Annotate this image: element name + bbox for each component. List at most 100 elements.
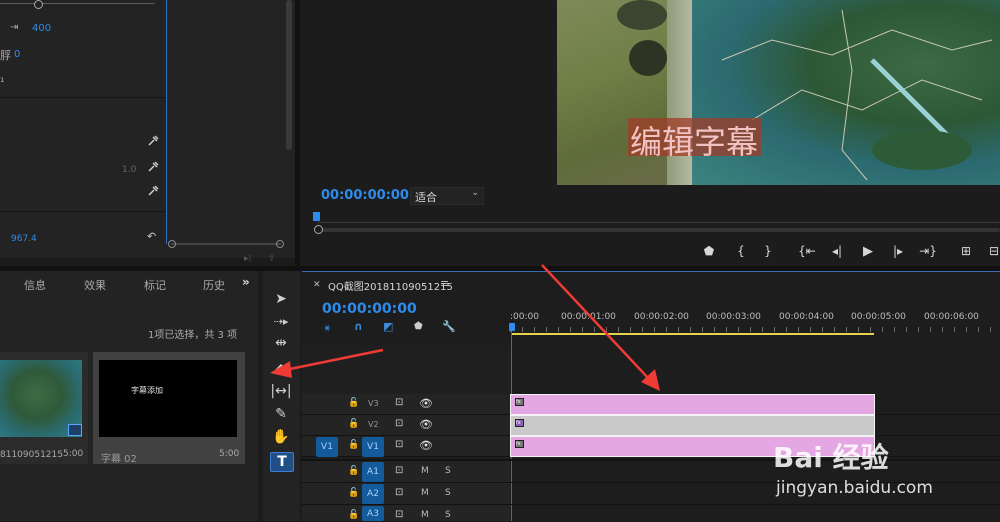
v1-lock-icon[interactable]: 🔓	[348, 440, 359, 450]
go-to-out-icon[interactable]: ⇥}	[917, 242, 939, 260]
fit-dropdown[interactable]: 适合 ⌄	[410, 187, 484, 205]
add-marker-icon[interactable]: ⬟	[698, 242, 720, 260]
slip-tool-icon[interactable]: |↔|	[270, 382, 292, 400]
a3-solo[interactable]: S	[445, 510, 451, 520]
more-tabs-icon[interactable]: »	[242, 275, 250, 289]
fx-badge-icon: fx	[515, 398, 524, 406]
linked-selection-icon[interactable]: ◩	[383, 320, 393, 333]
play-icon[interactable]: ▶	[857, 242, 879, 260]
zoom-bar[interactable]	[322, 228, 1000, 232]
bottom-value[interactable]: 967.4	[11, 234, 37, 244]
project-item-2[interactable]: 字幕添加 字幕 02 5:00	[93, 352, 245, 465]
export-icon[interactable]: ⇪	[268, 254, 276, 264]
extract-icon[interactable]: ⊟	[983, 242, 1000, 260]
watermark-logo-text: Bai 经验	[773, 441, 889, 474]
effect-scrollbar[interactable]	[171, 243, 281, 245]
top-slider-track[interactable]	[0, 3, 155, 4]
selection-tool-icon[interactable]: ➤	[270, 290, 292, 308]
caption-text[interactable]: 编辑字幕	[630, 117, 758, 163]
scrubber-line[interactable]	[317, 222, 1000, 223]
a3-lock-icon[interactable]: 🔓	[348, 510, 359, 520]
top-slider-handle[interactable]	[34, 0, 43, 9]
play-filter-icon[interactable]: ▸⁞	[244, 254, 251, 264]
v2-eye-icon[interactable]: 👁	[419, 418, 433, 431]
a1-mute[interactable]: M	[421, 466, 429, 476]
a1-sync-icon[interactable]: ⊡	[395, 465, 403, 476]
a2-sync-icon[interactable]: ⊡	[395, 487, 403, 498]
tab-history[interactable]: 历史	[203, 277, 225, 293]
go-to-in-icon[interactable]: {⇤	[796, 242, 818, 260]
tab-markers[interactable]: 标记	[144, 277, 166, 293]
ruler-label-5: 00:00:05:00	[851, 312, 906, 322]
sequence-tab-label[interactable]: QQ截图20181109051215	[328, 278, 453, 293]
a2-solo[interactable]: S	[445, 488, 451, 498]
nest-icon[interactable]: ⚹	[324, 321, 331, 335]
a3-mute[interactable]: M	[421, 510, 429, 520]
eyedropper-icon-2[interactable]	[147, 161, 159, 173]
v1-sync-icon[interactable]: ⊡	[395, 439, 403, 450]
fx-badge-icon: fx	[515, 419, 524, 427]
hand-tool-icon[interactable]: ✋	[270, 428, 292, 446]
effect-timeline-edge	[166, 0, 167, 244]
type-tool-icon[interactable]: T	[270, 452, 294, 472]
v1-source-patch[interactable]: V1	[316, 437, 338, 457]
program-timecode[interactable]: 00:00:00:00	[321, 188, 409, 203]
a2-mute[interactable]: M	[421, 488, 429, 498]
tab-info[interactable]: 信息	[24, 277, 46, 293]
vertical-scrollbar[interactable]	[286, 0, 292, 150]
item-1-duration: 5:00	[63, 449, 84, 459]
row1-value[interactable]: 400	[32, 23, 51, 34]
eyedropper-icon-3[interactable]	[147, 185, 159, 197]
scrollbar-handle-right[interactable]	[276, 240, 284, 248]
work-area-bar[interactable]	[512, 333, 874, 335]
zoom-handle[interactable]	[314, 225, 323, 234]
item-2-thumb-text: 字幕添加	[131, 386, 163, 395]
snap-magnet-icon[interactable]: ∩	[354, 320, 363, 333]
a1-target[interactable]: A1	[362, 462, 384, 482]
marker-icon[interactable]: ⬟	[414, 321, 423, 332]
a1-solo[interactable]: S	[445, 466, 451, 476]
mark-out-icon[interactable]: }	[757, 242, 779, 260]
clip-v3[interactable]: fx	[510, 394, 875, 415]
clip-v2[interactable]: fx	[510, 415, 875, 436]
a2-target[interactable]: A2	[362, 484, 384, 504]
item-2-name: 字幕 02	[101, 454, 137, 465]
ripple-edit-tool-icon[interactable]: ⇹	[270, 334, 292, 352]
project-item-1[interactable]: 81109051215 5:00	[0, 352, 88, 464]
row3-label: ₁	[0, 72, 5, 85]
a1-lock-icon[interactable]: 🔓	[348, 466, 359, 476]
scrollbar-handle-left[interactable]	[168, 240, 176, 248]
v3-lock-icon[interactable]: 🔓	[348, 398, 359, 408]
eyedropper-icon-1[interactable]	[147, 135, 159, 147]
v1-eye-icon[interactable]: 👁	[419, 439, 433, 452]
timeline-timecode[interactable]: 00:00:00:00	[322, 301, 417, 317]
a3-target[interactable]: A3	[362, 506, 384, 521]
close-tab-icon[interactable]: ✕	[313, 280, 321, 290]
timeline-playhead[interactable]	[509, 323, 515, 331]
v3-eye-icon[interactable]: 👁	[419, 397, 433, 410]
mark-in-icon[interactable]: {	[730, 242, 752, 260]
video-frame: 编辑字幕	[557, 0, 1000, 185]
tab-menu-icon[interactable]: ≡	[440, 277, 449, 290]
v2-sync-icon[interactable]: ⊡	[395, 418, 403, 429]
lift-icon[interactable]: ⊞	[955, 242, 977, 260]
track-select-tool-icon[interactable]: ⇢▸	[270, 312, 292, 330]
tab-effects[interactable]: 效果	[84, 277, 106, 293]
playhead-marker[interactable]	[313, 212, 320, 221]
fit-dropdown-label: 适合	[415, 191, 437, 204]
a1-label: A1	[367, 467, 379, 477]
ruler-label-3: 00:00:03:00	[706, 312, 761, 322]
v2-lock-icon[interactable]: 🔓	[348, 419, 359, 429]
pen-tool-icon[interactable]: ✎	[270, 405, 292, 423]
row2-value[interactable]: 0	[14, 49, 20, 60]
v3-sync-icon[interactable]: ⊡	[395, 397, 403, 408]
v1-target[interactable]: V1	[362, 437, 384, 457]
razor-tool-icon[interactable]: ◆	[270, 360, 292, 378]
step-forward-icon[interactable]: |▸	[887, 242, 909, 260]
reset-icon[interactable]: ↶	[147, 230, 156, 243]
a2-lock-icon[interactable]: 🔓	[348, 488, 359, 498]
a3-sync-icon[interactable]: ⊡	[395, 509, 403, 520]
ruler-label-4: 00:00:04:00	[779, 312, 834, 322]
step-back-icon[interactable]: ◂|	[826, 242, 848, 260]
wrench-icon[interactable]: 🔧	[442, 320, 456, 333]
